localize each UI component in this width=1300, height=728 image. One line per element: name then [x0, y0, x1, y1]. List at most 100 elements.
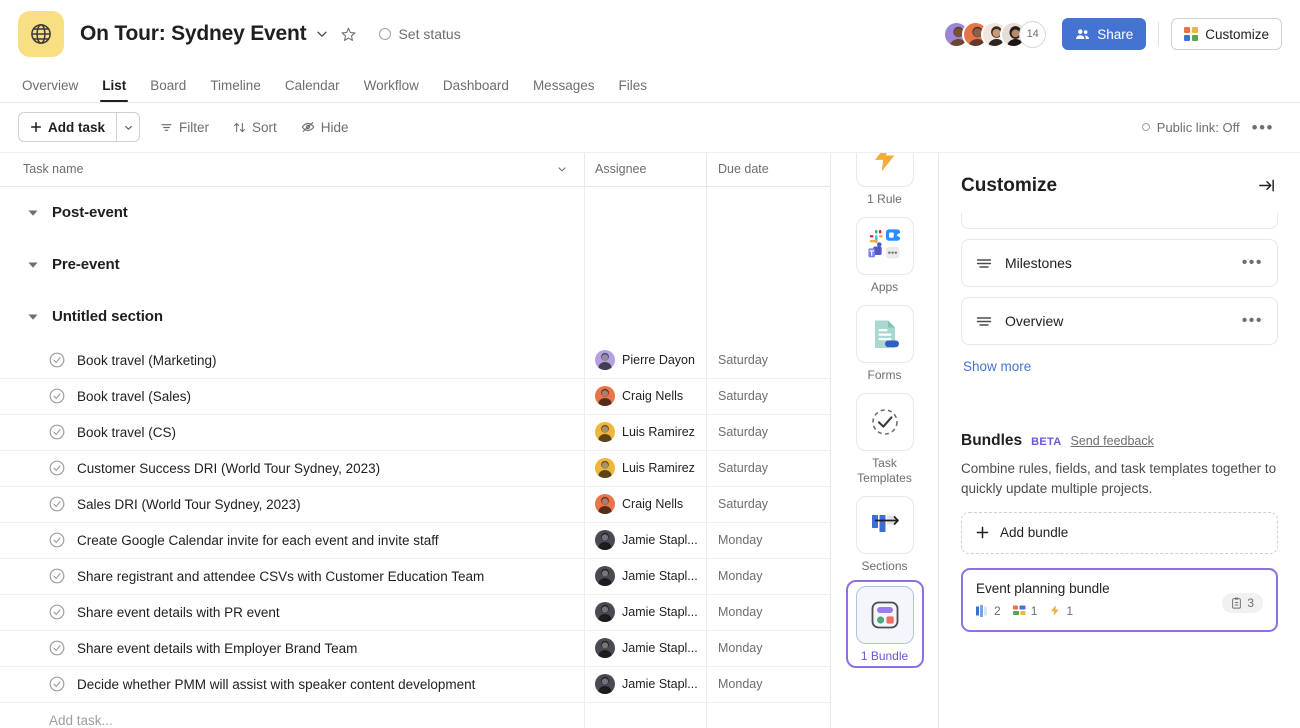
rail-item-forms[interactable]: Forms: [831, 304, 938, 383]
tab-dashboard[interactable]: Dashboard: [443, 78, 509, 102]
caret-down-icon[interactable]: [28, 208, 38, 218]
task-name-cell[interactable]: Sales DRI (World Tour Sydney, 2023): [0, 487, 584, 522]
due-date-cell[interactable]: Monday: [706, 558, 830, 594]
more-options-button[interactable]: •••: [1244, 119, 1282, 136]
add-task-row[interactable]: Add task...: [0, 702, 830, 728]
due-date-cell[interactable]: Monday: [706, 630, 830, 666]
rail-item-sections[interactable]: Sections: [831, 495, 938, 574]
task-name-cell[interactable]: Book travel (CS): [0, 415, 584, 450]
caret-down-icon[interactable]: [28, 312, 38, 322]
hide-button[interactable]: Hide: [297, 116, 353, 139]
tab-calendar[interactable]: Calendar: [285, 78, 340, 102]
member-avatars[interactable]: 14: [943, 20, 1047, 48]
tab-overview[interactable]: Overview: [22, 78, 78, 102]
assignee-cell[interactable]: Jamie Stapl...: [584, 594, 706, 630]
section-row[interactable]: Post-event: [0, 186, 830, 239]
task-name-cell[interactable]: Share event details with Employer Brand …: [0, 631, 584, 666]
complete-task-icon[interactable]: [49, 460, 65, 476]
tab-timeline[interactable]: Timeline: [210, 78, 261, 102]
set-status-button[interactable]: Set status: [379, 26, 461, 42]
add-bundle-button[interactable]: Add bundle: [961, 511, 1278, 554]
section-row[interactable]: Pre-event: [0, 238, 830, 291]
tab-files[interactable]: Files: [618, 78, 647, 102]
table-row[interactable]: Book travel (CS) Luis Ramirez Saturday: [0, 414, 830, 451]
add-task-dropdown[interactable]: [116, 112, 141, 143]
section-header[interactable]: Post-event: [0, 187, 584, 239]
member-overflow-count[interactable]: 14: [1019, 20, 1047, 48]
tab-messages[interactable]: Messages: [533, 78, 595, 102]
option-more-button[interactable]: •••: [1242, 312, 1263, 329]
rail-item-bundles[interactable]: 1 Bundle: [845, 579, 924, 668]
task-name-cell[interactable]: Decide whether PMM will assist with spea…: [0, 667, 584, 702]
table-row[interactable]: Decide whether PMM will assist with spea…: [0, 666, 830, 703]
assignee-cell[interactable]: Jamie Stapl...: [584, 666, 706, 702]
task-name-cell[interactable]: Book travel (Sales): [0, 379, 584, 414]
due-date-cell[interactable]: Monday: [706, 522, 830, 558]
assignee-cell[interactable]: Jamie Stapl...: [584, 558, 706, 594]
sort-button[interactable]: Sort: [229, 116, 281, 139]
assignee-cell[interactable]: Jamie Stapl...: [584, 522, 706, 558]
show-more-link[interactable]: Show more: [961, 355, 1033, 374]
share-button[interactable]: Share: [1062, 18, 1147, 50]
customize-button[interactable]: Customize: [1171, 18, 1282, 50]
option-more-button[interactable]: •••: [1242, 254, 1263, 271]
add-task-inline[interactable]: Add task...: [0, 703, 584, 728]
task-name-cell[interactable]: Share registrant and attendee CSVs with …: [0, 559, 584, 594]
complete-task-icon[interactable]: [49, 640, 65, 656]
table-row[interactable]: Customer Success DRI (World Tour Sydney,…: [0, 450, 830, 487]
column-header-task[interactable]: Task name: [0, 153, 584, 186]
column-header-due-date[interactable]: Due date: [706, 152, 830, 186]
due-date-cell[interactable]: Saturday: [706, 450, 830, 486]
section-row[interactable]: Untitled section: [0, 290, 830, 343]
star-icon[interactable]: [340, 26, 357, 43]
tab-board[interactable]: Board: [150, 78, 186, 102]
complete-task-icon[interactable]: [49, 388, 65, 404]
assignee-cell[interactable]: Luis Ramirez: [584, 450, 706, 486]
complete-task-icon[interactable]: [49, 604, 65, 620]
task-name-cell[interactable]: Share event details with PR event: [0, 595, 584, 630]
rail-item-apps[interactable]: Apps: [831, 216, 938, 295]
task-name-cell[interactable]: Book travel (Marketing): [0, 343, 584, 378]
table-row[interactable]: Share event details with PR event Jamie S…: [0, 594, 830, 631]
collapse-right-icon[interactable]: [1257, 176, 1276, 195]
bundle-card[interactable]: Event planning bundle 2 1 1 3: [961, 567, 1278, 632]
send-feedback-link[interactable]: Send feedback: [1070, 434, 1153, 448]
section-header[interactable]: Untitled section: [0, 291, 584, 343]
due-date-cell[interactable]: Monday: [706, 594, 830, 630]
table-row[interactable]: Create Google Calendar invite for each e…: [0, 522, 830, 559]
table-row[interactable]: Sales DRI (World Tour Sydney, 2023) Craig…: [0, 486, 830, 523]
complete-task-icon[interactable]: [49, 424, 65, 440]
column-header-assignee[interactable]: Assignee: [584, 152, 706, 186]
tab-workflow[interactable]: Workflow: [364, 78, 419, 102]
caret-down-icon[interactable]: [28, 260, 38, 270]
filter-button[interactable]: Filter: [156, 116, 213, 139]
task-name-cell[interactable]: Create Google Calendar invite for each e…: [0, 523, 584, 558]
due-date-cell[interactable]: Saturday: [706, 414, 830, 450]
rail-item-rules[interactable]: 1 Rule: [831, 152, 938, 207]
public-link-button[interactable]: Public link: Off: [1141, 120, 1240, 135]
table-row[interactable]: Share event details with Employer Brand …: [0, 630, 830, 667]
table-row[interactable]: Book travel (Sales) Craig Nells Saturday: [0, 378, 830, 415]
chevron-down-icon[interactable]: [556, 163, 568, 175]
due-date-cell[interactable]: Saturday: [706, 378, 830, 414]
chevron-down-icon[interactable]: [315, 27, 329, 41]
table-row[interactable]: Share registrant and attendee CSVs with …: [0, 558, 830, 595]
due-date-cell[interactable]: Saturday: [706, 486, 830, 522]
panel-option-overview[interactable]: Overview •••: [961, 296, 1278, 345]
assignee-cell[interactable]: Pierre Dayon: [584, 342, 706, 378]
task-name-cell[interactable]: Customer Success DRI (World Tour Sydney,…: [0, 451, 584, 486]
assignee-cell[interactable]: Craig Nells: [584, 486, 706, 522]
assignee-cell[interactable]: Jamie Stapl...: [584, 630, 706, 666]
panel-option-milestones[interactable]: Milestones •••: [961, 238, 1278, 287]
section-header[interactable]: Pre-event: [0, 239, 584, 291]
complete-task-icon[interactable]: [49, 352, 65, 368]
add-task-button[interactable]: Add task: [18, 112, 117, 143]
due-date-cell[interactable]: Saturday: [706, 342, 830, 378]
table-row[interactable]: Book travel (Marketing) Pierre Dayon Satur…: [0, 342, 830, 379]
rail-item-task-templates[interactable]: Task Templates: [831, 392, 938, 486]
complete-task-icon[interactable]: [49, 532, 65, 548]
complete-task-icon[interactable]: [49, 568, 65, 584]
complete-task-icon[interactable]: [49, 496, 65, 512]
complete-task-icon[interactable]: [49, 676, 65, 692]
partial-option-card[interactable]: [961, 212, 1278, 229]
